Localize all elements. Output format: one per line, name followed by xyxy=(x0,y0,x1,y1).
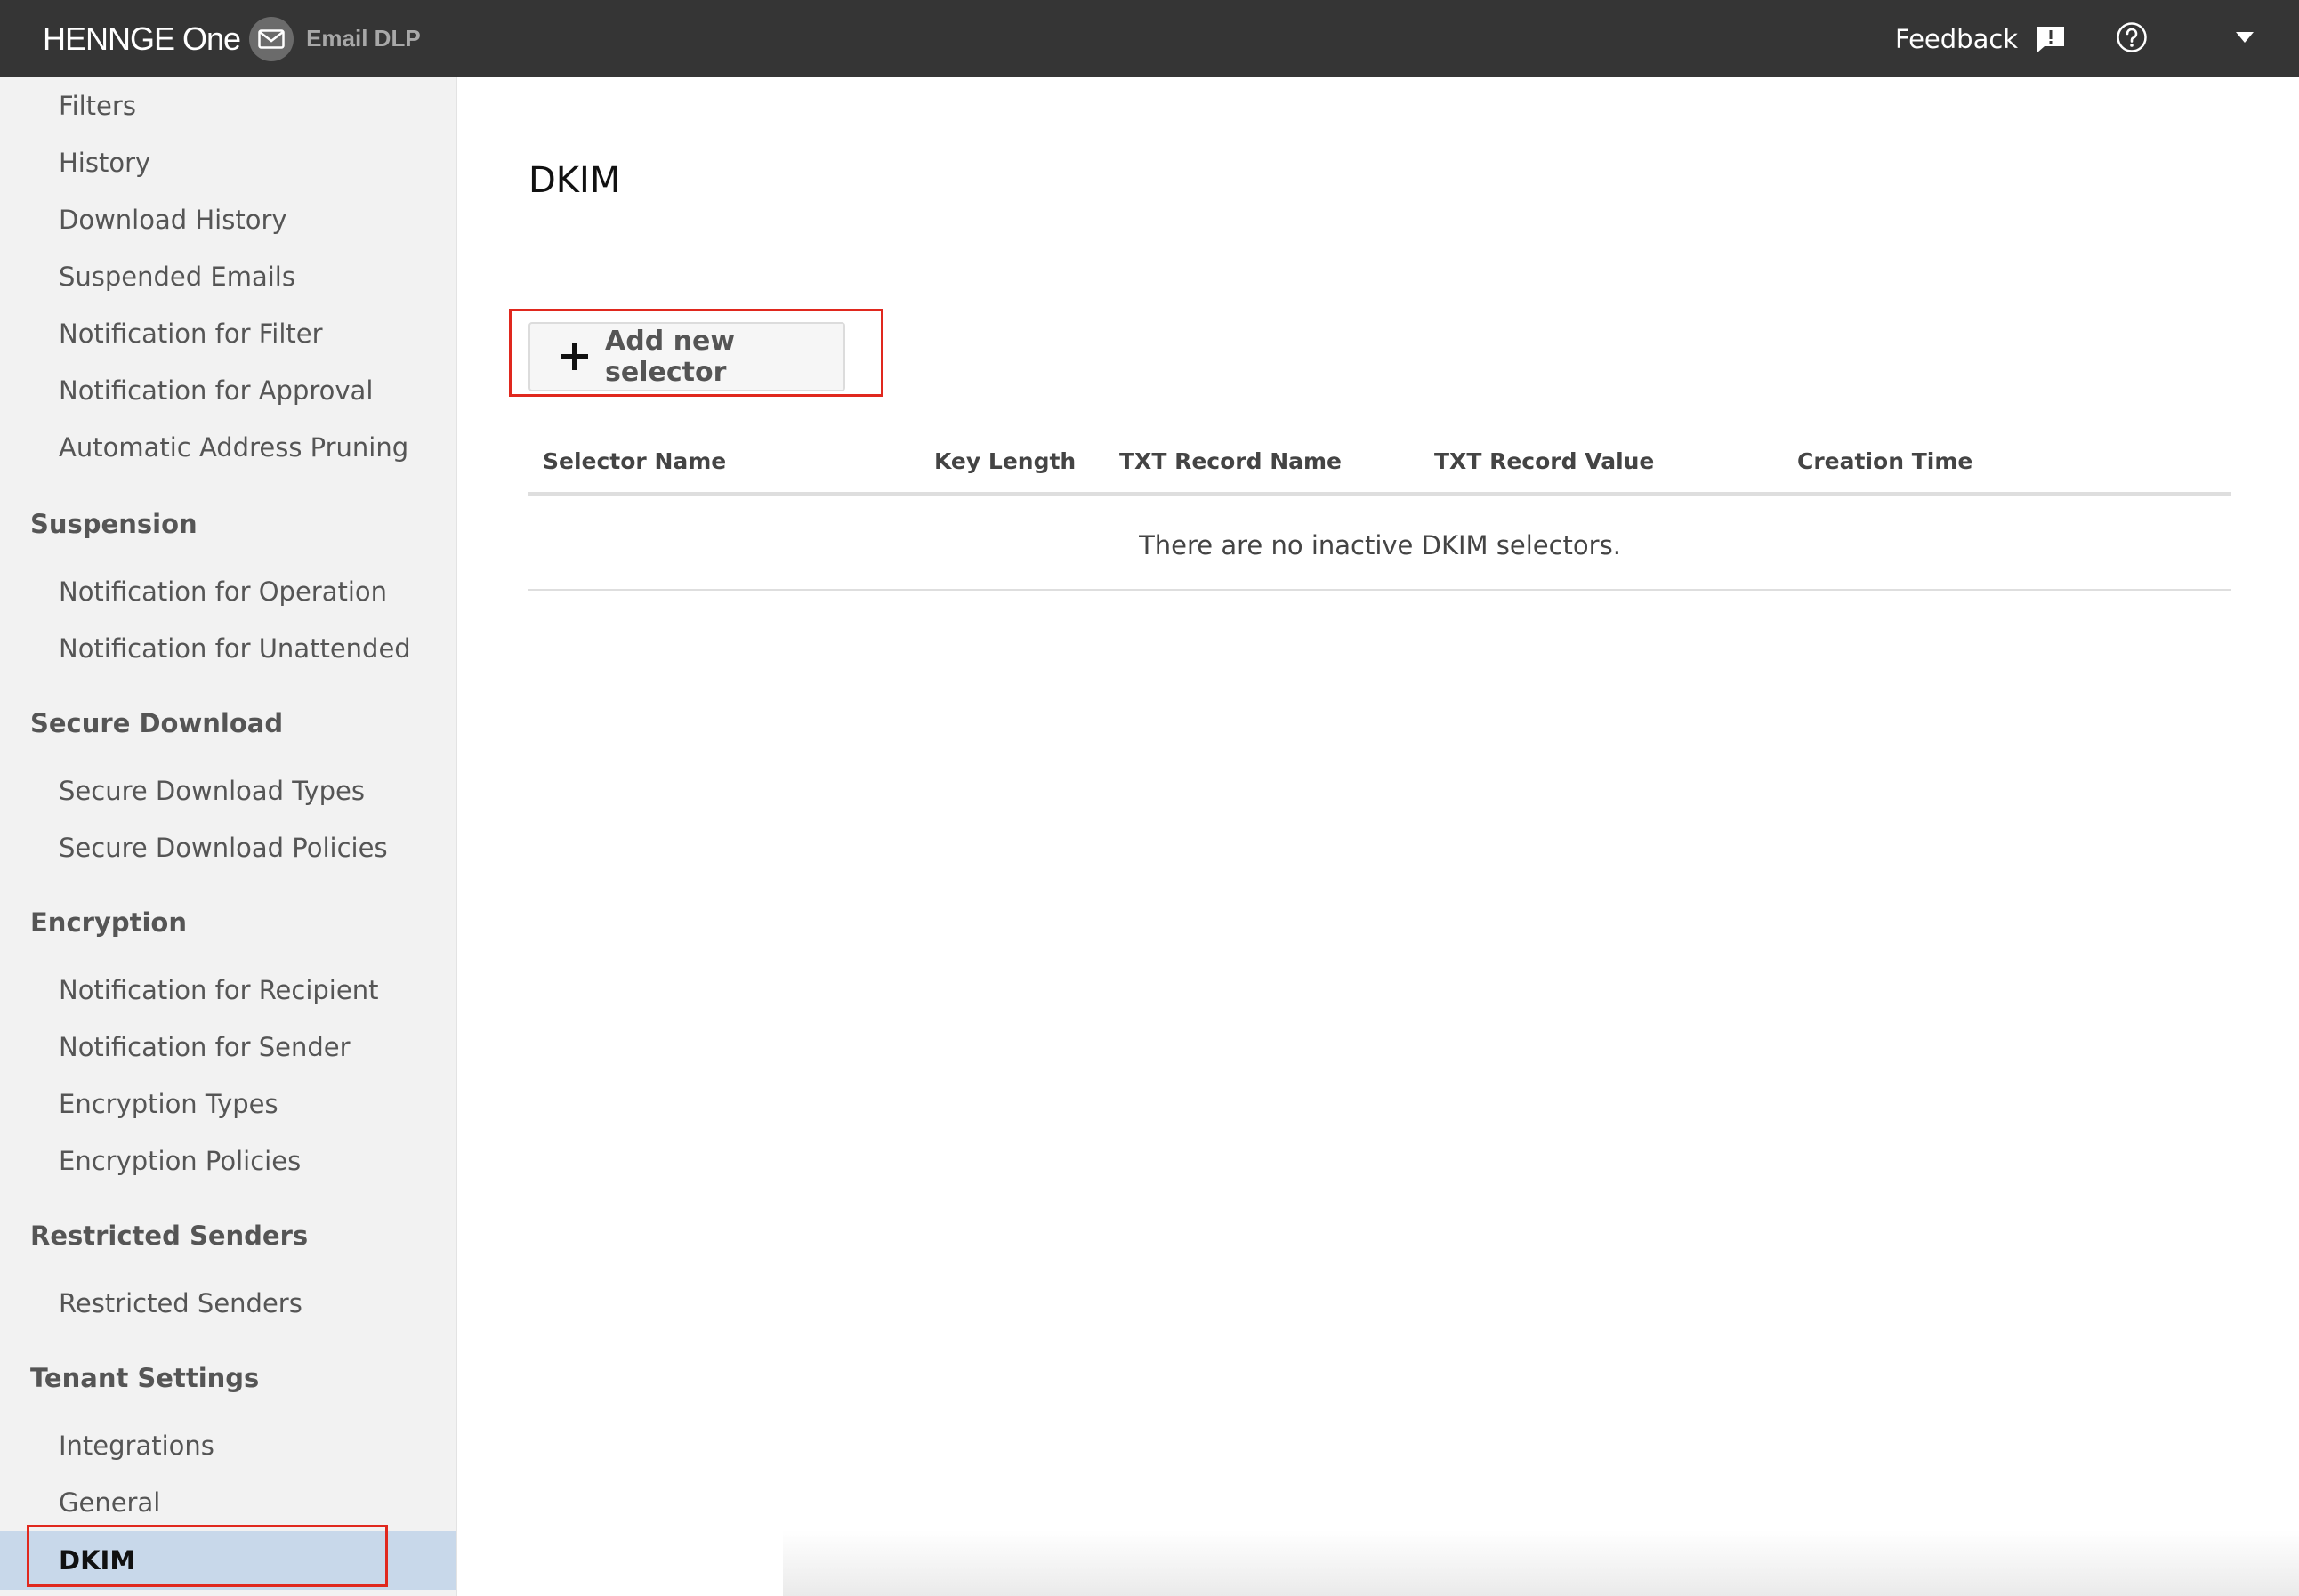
sidebar-item-filters[interactable]: Filters xyxy=(0,77,456,134)
plus-icon xyxy=(561,343,589,371)
sidebar-section-secure-download: Secure Download xyxy=(30,708,284,738)
sidebar-item-download-history[interactable]: Download History xyxy=(0,191,456,248)
bottom-shadow xyxy=(783,1530,2299,1596)
add-new-selector-label: Add new selector xyxy=(605,326,736,388)
sidebar-section-encryption: Encryption xyxy=(30,907,187,938)
sidebar: Filters History Download History Suspend… xyxy=(0,77,457,1596)
add-new-selector-button[interactable]: Add new selector xyxy=(528,322,845,391)
feedback-label: Feedback xyxy=(1895,23,2019,54)
column-header-creation-time[interactable]: Creation Time xyxy=(1797,448,1972,474)
app-name: Email DLP xyxy=(306,25,421,52)
sidebar-item-secure-download-policies[interactable]: Secure Download Policies xyxy=(0,819,456,876)
mail-icon xyxy=(249,16,294,61)
sidebar-item-history[interactable]: History xyxy=(0,134,456,191)
sidebar-item-notification-for-operation[interactable]: Notification for Operation xyxy=(0,563,456,620)
sidebar-item-notification-for-filter[interactable]: Notification for Filter xyxy=(0,305,456,362)
top-header: HENNGE One Email DLP Feedback xyxy=(0,0,2299,77)
table-header: Selector Name Key Length TXT Record Name… xyxy=(528,439,2231,496)
sidebar-item-restricted-senders[interactable]: Restricted Senders xyxy=(0,1275,456,1332)
sidebar-item-dkim[interactable]: DKIM xyxy=(0,1531,456,1590)
column-header-txt-record-name[interactable]: TXT Record Name xyxy=(1119,448,1342,474)
feedback-icon xyxy=(2037,26,2065,52)
brand-logo[interactable]: HENNGE One Email DLP xyxy=(43,0,421,77)
sidebar-item-notification-for-approval[interactable]: Notification for Approval xyxy=(0,362,456,419)
sidebar-item-encryption-types[interactable]: Encryption Types xyxy=(0,1076,456,1133)
chevron-down-icon[interactable] xyxy=(2235,30,2255,44)
column-header-txt-record-value[interactable]: TXT Record Value xyxy=(1434,448,1654,474)
sidebar-item-notification-for-recipient[interactable]: Notification for Recipient xyxy=(0,962,456,1019)
sidebar-item-integrations[interactable]: Integrations xyxy=(0,1417,456,1474)
sidebar-item-secure-download-types[interactable]: Secure Download Types xyxy=(0,762,456,819)
page-title: DKIM xyxy=(528,160,621,201)
sidebar-item-automatic-address-pruning[interactable]: Automatic Address Pruning xyxy=(0,419,456,476)
sidebar-item-notification-for-sender[interactable]: Notification for Sender xyxy=(0,1019,456,1076)
column-header-selector-name[interactable]: Selector Name xyxy=(543,448,726,474)
brand-name: HENNGE One xyxy=(43,20,241,57)
sidebar-item-general[interactable]: General xyxy=(0,1474,456,1531)
sidebar-section-tenant-settings: Tenant Settings xyxy=(30,1363,260,1393)
sidebar-item-notification-for-unattended[interactable]: Notification for Unattended xyxy=(0,620,456,677)
sidebar-section-restricted-senders: Restricted Senders xyxy=(30,1221,309,1251)
column-header-key-length[interactable]: Key Length xyxy=(934,448,1076,474)
sidebar-section-suspension: Suspension xyxy=(30,509,198,539)
sidebar-item-suspended-emails[interactable]: Suspended Emails xyxy=(0,248,456,305)
help-icon[interactable] xyxy=(2116,21,2148,53)
feedback-button[interactable]: Feedback xyxy=(1895,0,2066,77)
table-empty-message: There are no inactive DKIM selectors. xyxy=(528,502,2231,591)
sidebar-item-encryption-policies[interactable]: Encryption Policies xyxy=(0,1133,456,1189)
